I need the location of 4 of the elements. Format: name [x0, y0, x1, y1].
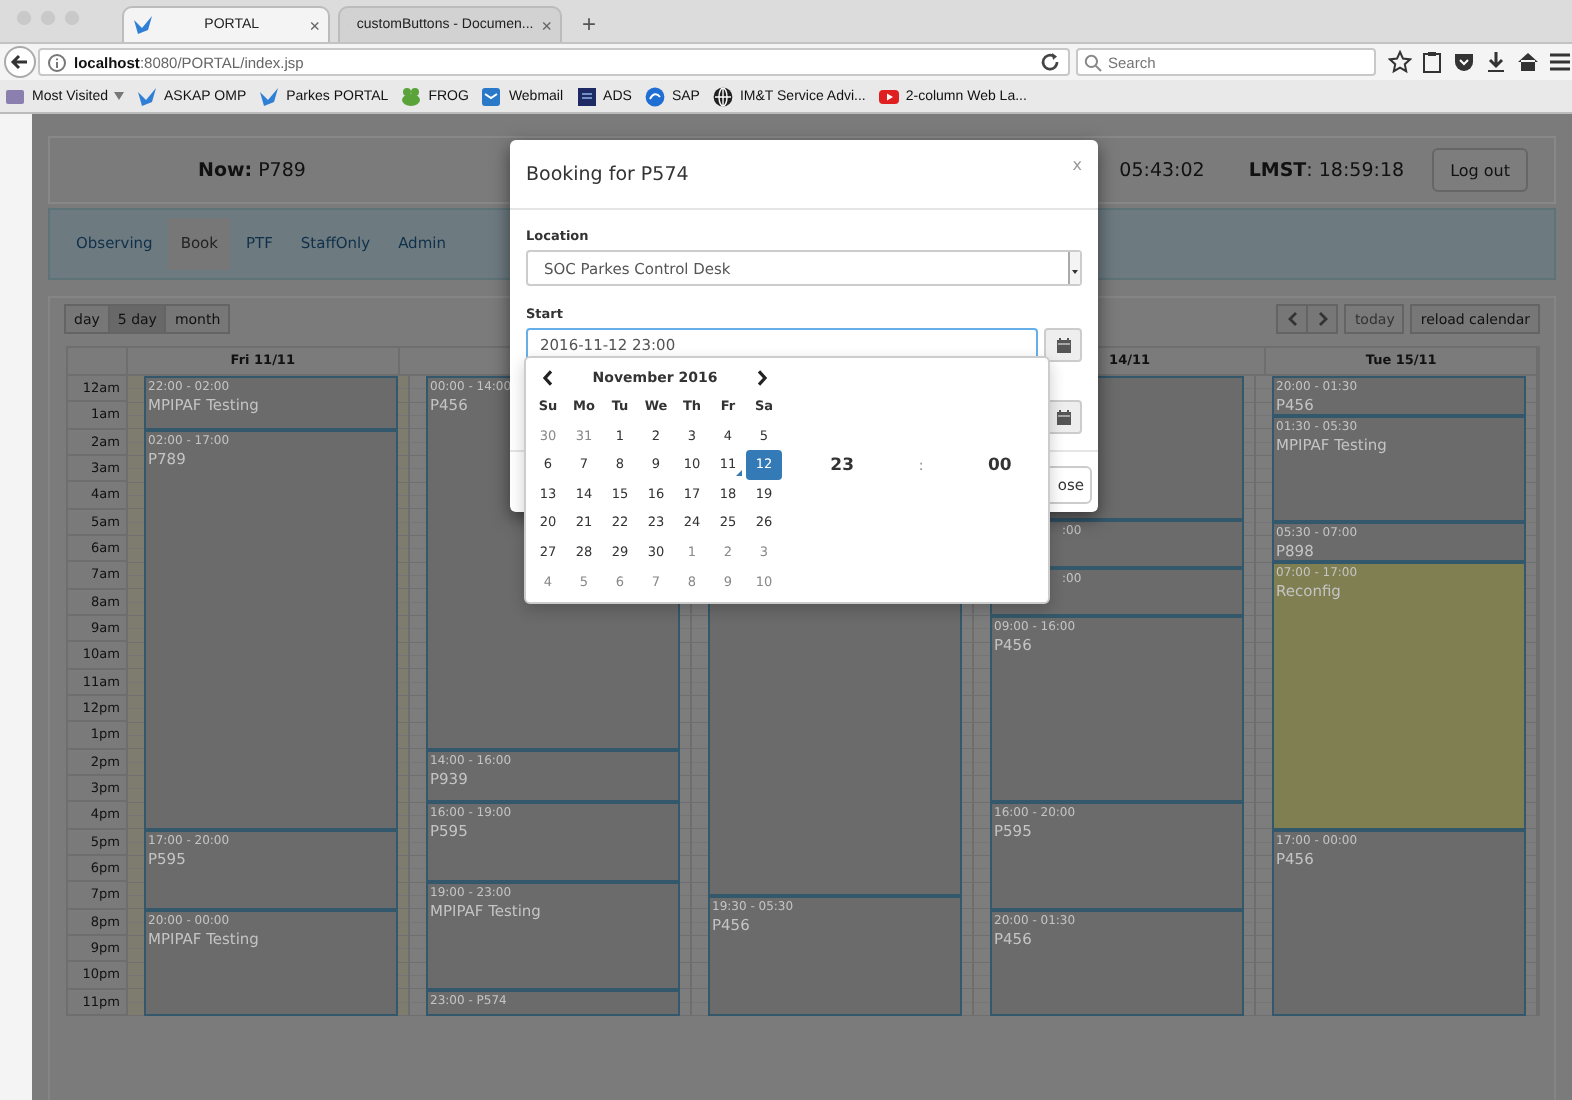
clock-text: 05:43:02 — [1119, 159, 1205, 181]
current-project-text: Now: P789 — [198, 159, 306, 181]
dialog-title: Booking for P574 — [526, 163, 691, 185]
lmst-text: LMST: 18:59:18 — [1248, 159, 1405, 181]
